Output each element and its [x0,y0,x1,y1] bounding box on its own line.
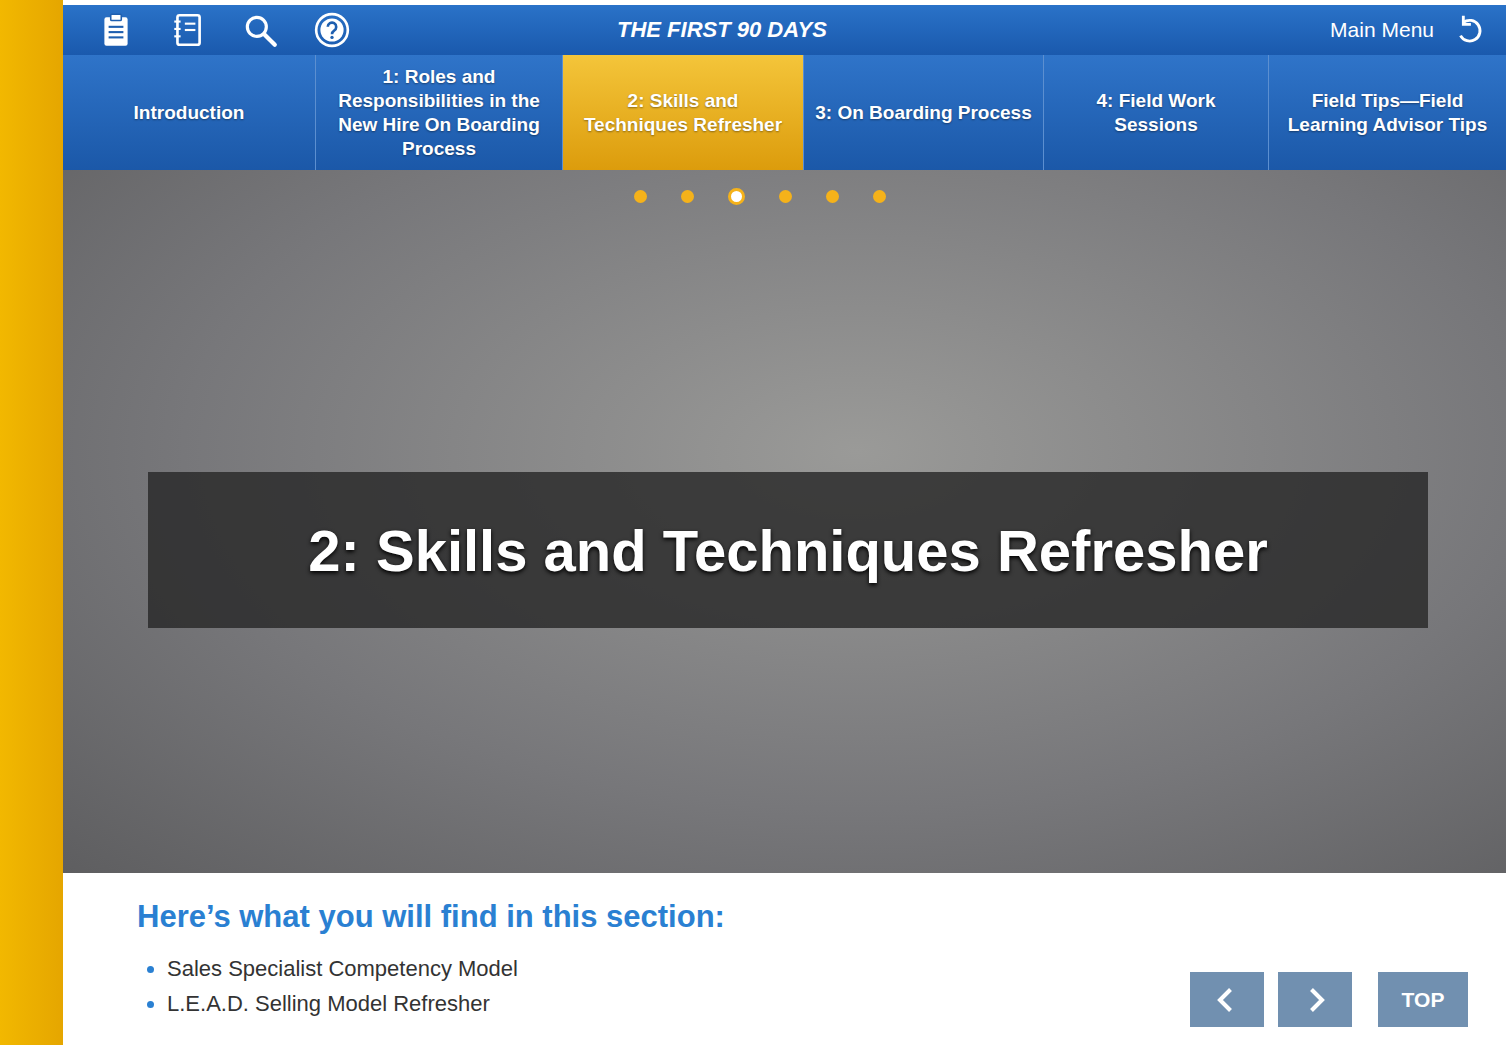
summary-list: Sales Specialist Competency ModelL.E.A.D… [137,951,725,1021]
summary-item: Sales Specialist Competency Model [167,951,725,986]
section-summary: Here’s what you will find in this sectio… [63,873,1506,1045]
course-title: THE FIRST 90 DAYS [617,17,1330,43]
slide-dot[interactable] [873,190,886,203]
section-tab[interactable]: 4: Field Work Sessions [1043,55,1268,170]
header-bar: THE FIRST 90 DAYS Main Menu [63,5,1506,55]
return-icon [1452,13,1486,47]
chevron-left-icon [1213,983,1241,1017]
section-tab[interactable]: Field Tips—Field Learning Advisor Tips [1268,55,1506,170]
section-tabs: Introduction1: Roles and Responsibilitie… [63,55,1506,170]
help-icon[interactable] [313,11,351,49]
summary-heading: Here’s what you will find in this sectio… [137,899,725,935]
hero-title-band: 2: Skills and Techniques Refresher [148,472,1428,628]
next-button[interactable] [1278,972,1352,1027]
toolbar [97,11,617,49]
section-tab[interactable]: Introduction [63,55,315,170]
top-button[interactable]: TOP [1378,972,1468,1027]
slide-dot[interactable] [826,190,839,203]
slide-dot[interactable] [728,188,745,205]
slide-dots [63,190,1506,205]
hero-image: 2: Skills and Techniques Refresher [63,170,1506,873]
section-tab[interactable]: 1: Roles and Responsibilities in the New… [315,55,562,170]
slide-dot[interactable] [634,190,647,203]
chevron-right-icon [1301,983,1329,1017]
summary-item: L.E.A.D. Selling Model Refresher [167,986,725,1021]
main-menu-button[interactable]: Main Menu [1330,13,1486,47]
slide-dot[interactable] [779,190,792,203]
clipboard-icon[interactable] [97,11,135,49]
search-icon[interactable] [241,11,279,49]
notebook-icon[interactable] [169,11,207,49]
main-area: THE FIRST 90 DAYS Main Menu Introduction… [63,0,1506,1045]
section-tab[interactable]: 3: On Boarding Process [803,55,1043,170]
hero-title: 2: Skills and Techniques Refresher [308,517,1267,584]
course-page: THE FIRST 90 DAYS Main Menu Introduction… [0,0,1506,1045]
prev-button[interactable] [1190,972,1264,1027]
slide-dot[interactable] [681,190,694,203]
side-strip [0,0,63,1045]
section-tab[interactable]: 2: Skills and Techniques Refresher [562,55,803,170]
page-navigation: TOP [1190,899,1468,1027]
